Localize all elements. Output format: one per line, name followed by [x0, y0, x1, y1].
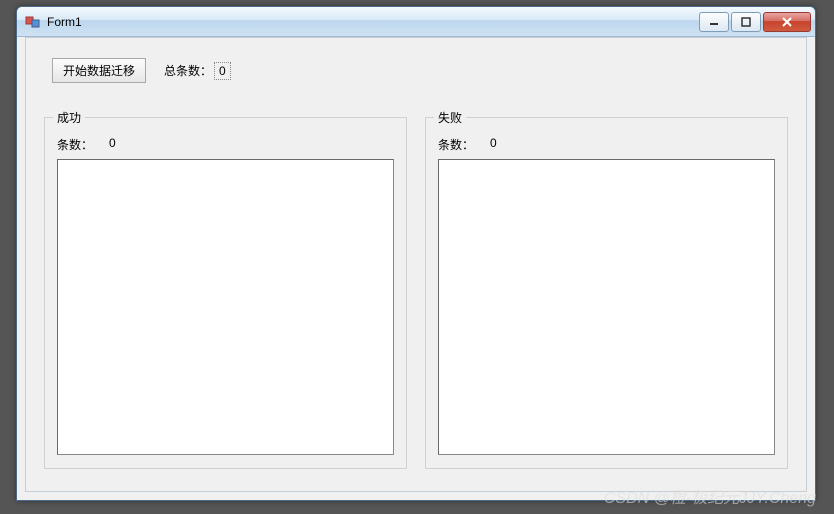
toolbar: 开始数据迁移 总条数： 0: [26, 38, 806, 83]
app-icon: [25, 14, 41, 30]
total-count: 总条数： 0: [164, 62, 231, 80]
minimize-button[interactable]: [699, 12, 729, 32]
window-buttons: [699, 12, 811, 32]
fail-count-label: 条数：: [438, 136, 474, 153]
success-count-row: 条数： 0: [57, 136, 394, 153]
fail-count-row: 条数： 0: [438, 136, 775, 153]
app-window: Form1 开始数据迁移 总条数： 0: [16, 6, 816, 501]
total-count-label: 总条数：: [164, 62, 212, 79]
close-button[interactable]: [763, 12, 811, 32]
success-group-title: 成功: [53, 109, 85, 126]
fail-count-value: 0: [490, 136, 497, 153]
migrate-button[interactable]: 开始数据迁移: [52, 58, 146, 83]
client-area: 开始数据迁移 总条数： 0 成功 条数： 0 失败 条数： 0: [25, 37, 807, 492]
total-count-value: 0: [214, 62, 231, 80]
success-count-value: 0: [109, 136, 116, 153]
fail-textbox[interactable]: [438, 159, 775, 455]
window-title: Form1: [47, 15, 699, 29]
success-textbox[interactable]: [57, 159, 394, 455]
titlebar[interactable]: Form1: [17, 7, 815, 37]
fail-group-title: 失败: [434, 109, 466, 126]
panels-row: 成功 条数： 0 失败 条数： 0: [26, 83, 806, 487]
fail-group: 失败 条数： 0: [425, 117, 788, 469]
maximize-button[interactable]: [731, 12, 761, 32]
success-group: 成功 条数： 0: [44, 117, 407, 469]
success-count-label: 条数：: [57, 136, 93, 153]
